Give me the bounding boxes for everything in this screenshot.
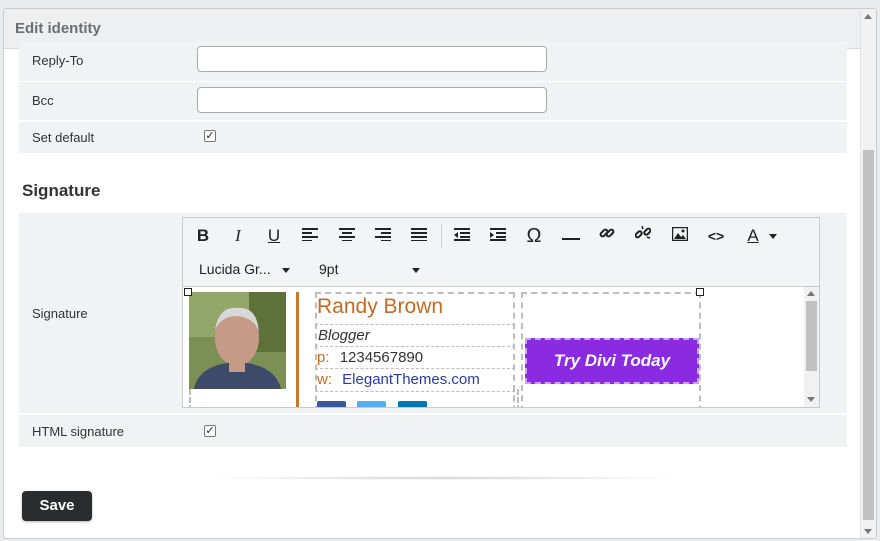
- signature-role: Blogger: [318, 327, 370, 344]
- align-justify-icon[interactable]: [407, 224, 431, 248]
- facebook-icon[interactable]: [317, 401, 346, 407]
- web-link[interactable]: ElegantThemes.com: [342, 371, 480, 388]
- signature-name: Randy Brown: [317, 295, 444, 318]
- phone-value: 1234567890: [339, 349, 424, 366]
- font-family-value: Lucida Gr...: [199, 261, 271, 277]
- scroll-up-arrow-icon[interactable]: [807, 291, 815, 296]
- unlink-icon[interactable]: [631, 224, 655, 248]
- save-button[interactable]: Save: [22, 491, 92, 521]
- horizontal-rule-icon[interactable]: [559, 224, 583, 248]
- align-left-icon[interactable]: [298, 224, 322, 248]
- editor-toolbar: B I U Ω <> A Lucida Gr... 9pt: [183, 218, 819, 287]
- toolbar-separator: [441, 224, 442, 248]
- resize-handle[interactable]: [184, 288, 192, 296]
- text-color-icon[interactable]: A: [741, 224, 765, 248]
- indent-icon[interactable]: [486, 224, 510, 248]
- row-divider: [315, 346, 515, 348]
- scroll-thumb[interactable]: [863, 150, 874, 520]
- row-divider: [315, 368, 515, 370]
- photo-cell-border: [189, 389, 519, 407]
- scroll-down-arrow-icon[interactable]: [864, 529, 872, 534]
- reply-to-label: Reply-To: [32, 53, 84, 68]
- signature-section-title: Signature: [22, 181, 101, 200]
- underline-icon[interactable]: U: [262, 224, 286, 248]
- bcc-input[interactable]: [197, 87, 547, 113]
- image-icon[interactable]: [668, 224, 692, 248]
- footer-separator: [194, 476, 694, 480]
- reply-to-input[interactable]: [197, 46, 547, 72]
- try-divi-button[interactable]: Try Divi Today: [525, 338, 699, 384]
- special-char-icon[interactable]: Ω: [522, 224, 546, 248]
- reply-to-row: Reply-To: [19, 41, 847, 81]
- set-default-label: Set default: [32, 130, 95, 145]
- signature-label: Signature: [32, 306, 88, 321]
- profile-photo: [189, 292, 286, 389]
- editor-scrollbar[interactable]: [804, 287, 819, 407]
- row-divider: [315, 324, 515, 326]
- link-icon[interactable]: [595, 224, 619, 248]
- scroll-down-arrow-icon[interactable]: [807, 397, 815, 402]
- dialog-title: Edit identity: [15, 20, 101, 37]
- signature-content[interactable]: Randy Brown Blogger p: 1234567890 w: Ele…: [183, 287, 819, 407]
- scroll-up-arrow-icon[interactable]: [864, 14, 872, 19]
- source-code-icon[interactable]: <>: [704, 224, 728, 248]
- html-signature-label: HTML signature: [32, 424, 124, 439]
- chevron-down-icon: [282, 267, 291, 273]
- signature-editor[interactable]: B I U Ω <> A Lucida Gr... 9pt Randy Brow…: [182, 217, 820, 408]
- resize-handle[interactable]: [696, 288, 704, 296]
- editor-scroll-thumb[interactable]: [806, 301, 817, 371]
- font-family-select[interactable]: Lucida Gr...: [199, 258, 291, 280]
- italic-icon[interactable]: I: [226, 224, 250, 248]
- bcc-label: Bcc: [32, 93, 54, 108]
- html-signature-row: HTML signature ✓: [19, 415, 847, 447]
- web-key: w:: [317, 371, 332, 388]
- text-color-dropdown-icon[interactable]: [767, 224, 779, 248]
- chevron-down-icon: [412, 267, 421, 273]
- edit-identity-dialog: Edit identity Reply-To Bcc Set default ✓…: [3, 8, 877, 539]
- align-right-icon[interactable]: [371, 224, 395, 248]
- align-center-icon[interactable]: [335, 224, 359, 248]
- linkedin-icon[interactable]: [398, 401, 427, 407]
- html-signature-checkbox[interactable]: ✓: [204, 425, 216, 437]
- set-default-row: Set default ✓: [19, 122, 847, 153]
- signature-phone: p: 1234567890: [317, 349, 423, 366]
- signature-web: w: ElegantThemes.com: [317, 371, 480, 388]
- bcc-row: Bcc: [19, 82, 847, 120]
- outdent-icon[interactable]: [450, 224, 474, 248]
- twitter-icon[interactable]: [357, 401, 386, 407]
- dialog-scrollbar[interactable]: [860, 9, 876, 538]
- set-default-checkbox[interactable]: ✓: [204, 130, 216, 142]
- phone-key: p:: [317, 349, 330, 366]
- font-size-value: 9pt: [319, 261, 339, 277]
- bold-icon[interactable]: B: [191, 224, 215, 248]
- font-size-select[interactable]: 9pt: [319, 258, 421, 280]
